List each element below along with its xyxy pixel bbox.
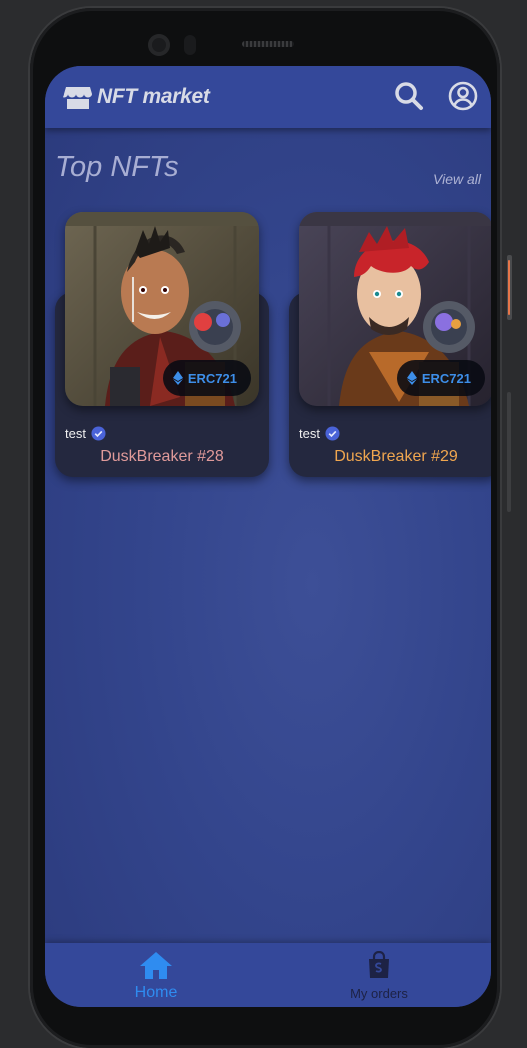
nft-image: ERC721: [299, 212, 491, 406]
shopping-bag-icon: [369, 950, 389, 978]
owner-row: test: [299, 426, 340, 441]
app-screen: NFT market Top NFTs View all ERC721 test…: [45, 66, 491, 1007]
account-circle-icon[interactable]: [447, 80, 479, 112]
top-nfts-header: Top NFTs View all: [55, 151, 481, 191]
token-standard: ERC721: [187, 370, 237, 386]
power-button: [507, 255, 512, 320]
nft-name: DuskBreaker #28: [100, 448, 224, 465]
home-icon: [140, 952, 172, 979]
ethereum-icon: [172, 371, 183, 385]
nav-home-label: Home: [134, 984, 178, 1001]
app-title: NFT market: [97, 85, 210, 108]
nav-orders-label: My orders: [350, 986, 408, 1001]
token-standard: ERC721: [421, 370, 471, 386]
bottom-navigation: Home My orders: [45, 943, 491, 1007]
nft-card[interactable]: ERC721 test DuskBreaker #28: [45, 212, 269, 477]
section-title: Top NFTs: [55, 151, 179, 183]
nav-my-orders[interactable]: My orders: [335, 950, 423, 1001]
nft-image: ERC721: [65, 212, 259, 406]
nft-card[interactable]: ERC721 test DuskBreaker #29: [279, 212, 491, 477]
front-camera: [148, 34, 170, 56]
owner-name: test: [65, 426, 86, 441]
brand: NFT market: [63, 82, 210, 112]
token-standard-badge: ERC721: [162, 360, 251, 396]
volume-button: [507, 392, 511, 512]
storefront-icon: [63, 82, 93, 112]
app-bar: NFT market: [45, 66, 491, 128]
search-icon[interactable]: [393, 80, 425, 112]
verified-icon: [91, 426, 106, 441]
ethereum-icon: [406, 371, 417, 385]
view-all-link[interactable]: View all: [433, 171, 481, 187]
nft-name: DuskBreaker #29: [334, 448, 458, 465]
front-sensor: [184, 35, 196, 55]
verified-icon: [325, 426, 340, 441]
nft-carousel[interactable]: ERC721 test DuskBreaker #28 ERC721 test …: [45, 212, 491, 482]
earpiece-speaker: [242, 41, 294, 47]
nav-home[interactable]: Home: [115, 951, 197, 1002]
owner-row: test: [65, 426, 106, 441]
token-standard-badge: ERC721: [396, 360, 485, 396]
owner-name: test: [299, 426, 320, 441]
